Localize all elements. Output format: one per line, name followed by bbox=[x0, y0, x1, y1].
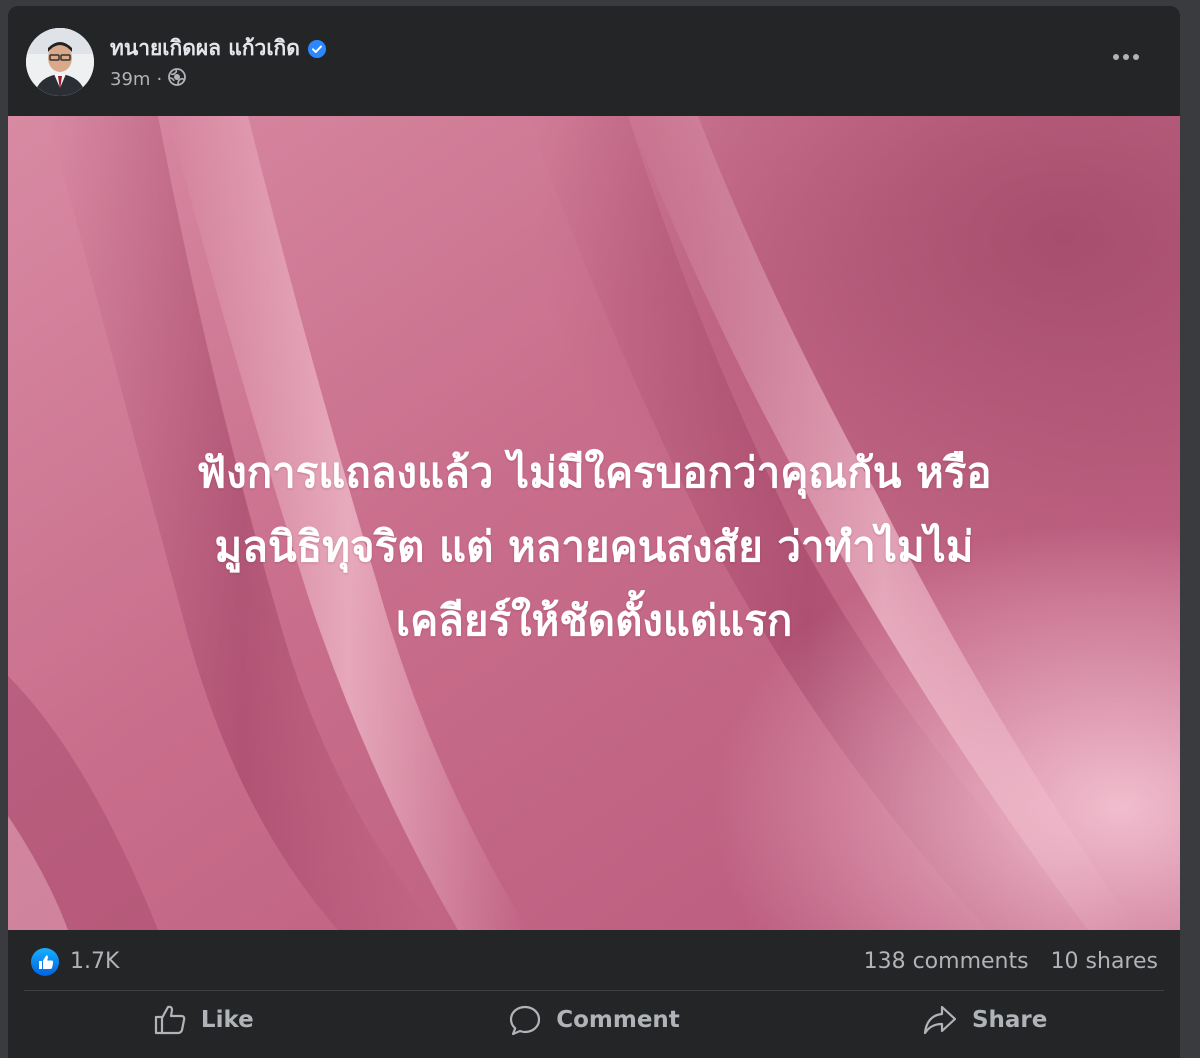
globe-icon[interactable] bbox=[168, 68, 187, 91]
like-button[interactable]: Like bbox=[8, 992, 399, 1048]
actions-divider bbox=[24, 990, 1164, 991]
like-label: Like bbox=[200, 1007, 254, 1033]
author-name[interactable]: ทนายเกิดผล แก้วเกิด bbox=[110, 32, 300, 65]
caption-line-1: ฟังการแถลงแล้ว ไม่มีใครบอกว่าคุณกัน หรือ bbox=[196, 448, 992, 497]
avatar-portrait bbox=[26, 28, 94, 96]
engagement-counts: 138 comments 10 shares bbox=[864, 949, 1158, 974]
share-label: Share bbox=[971, 1007, 1048, 1033]
thumbs-up-icon bbox=[153, 1004, 187, 1036]
post-actions: Like Comment Share bbox=[8, 992, 1180, 1048]
comment-button[interactable]: Comment bbox=[399, 992, 790, 1048]
post-header: ทนายเกิดผล แก้วเกิด 39m · bbox=[8, 6, 1180, 116]
post-image[interactable]: ฟังการแถลงแล้ว ไม่มีใครบอกว่าคุณกัน หรือ… bbox=[8, 116, 1180, 930]
post-time[interactable]: 39m bbox=[110, 69, 150, 90]
caption-line-2: มูลนิธิทุจริต แต่ หลายคนสงสัย ว่าทำไมไม่ bbox=[214, 522, 974, 571]
post-image-caption: ฟังการแถลงแล้ว ไม่มีใครบอกว่าคุณกัน หรือ… bbox=[48, 436, 1140, 658]
comment-label: Comment bbox=[556, 1007, 680, 1033]
share-count[interactable]: 10 shares bbox=[1051, 949, 1158, 974]
comment-icon bbox=[508, 1004, 542, 1036]
screen-frame: ทนายเกิดผล แก้วเกิด 39m · ฟังการแถลงแล้ว… bbox=[0, 0, 1200, 1058]
comment-count[interactable]: 138 comments bbox=[864, 949, 1029, 974]
like-count[interactable]: 1.7K bbox=[70, 949, 119, 974]
author-line: ทนายเกิดผล แก้วเกิด bbox=[110, 32, 326, 65]
share-icon bbox=[922, 1004, 958, 1036]
author-avatar[interactable] bbox=[26, 28, 94, 96]
share-button[interactable]: Share bbox=[789, 992, 1180, 1048]
post-meta: 39m · bbox=[110, 68, 187, 91]
verified-badge-icon bbox=[307, 39, 326, 58]
more-options-icon[interactable] bbox=[1108, 46, 1144, 68]
like-reaction-icon[interactable] bbox=[30, 947, 60, 977]
post-stats: 1.7K 138 comments 10 shares bbox=[8, 930, 1180, 992]
facebook-post: ทนายเกิดผล แก้วเกิด 39m · ฟังการแถลงแล้ว… bbox=[8, 6, 1180, 1058]
caption-line-3: เคลียร์ให้ชัดตั้งแต่แรก bbox=[395, 596, 793, 645]
meta-separator: · bbox=[156, 69, 163, 90]
